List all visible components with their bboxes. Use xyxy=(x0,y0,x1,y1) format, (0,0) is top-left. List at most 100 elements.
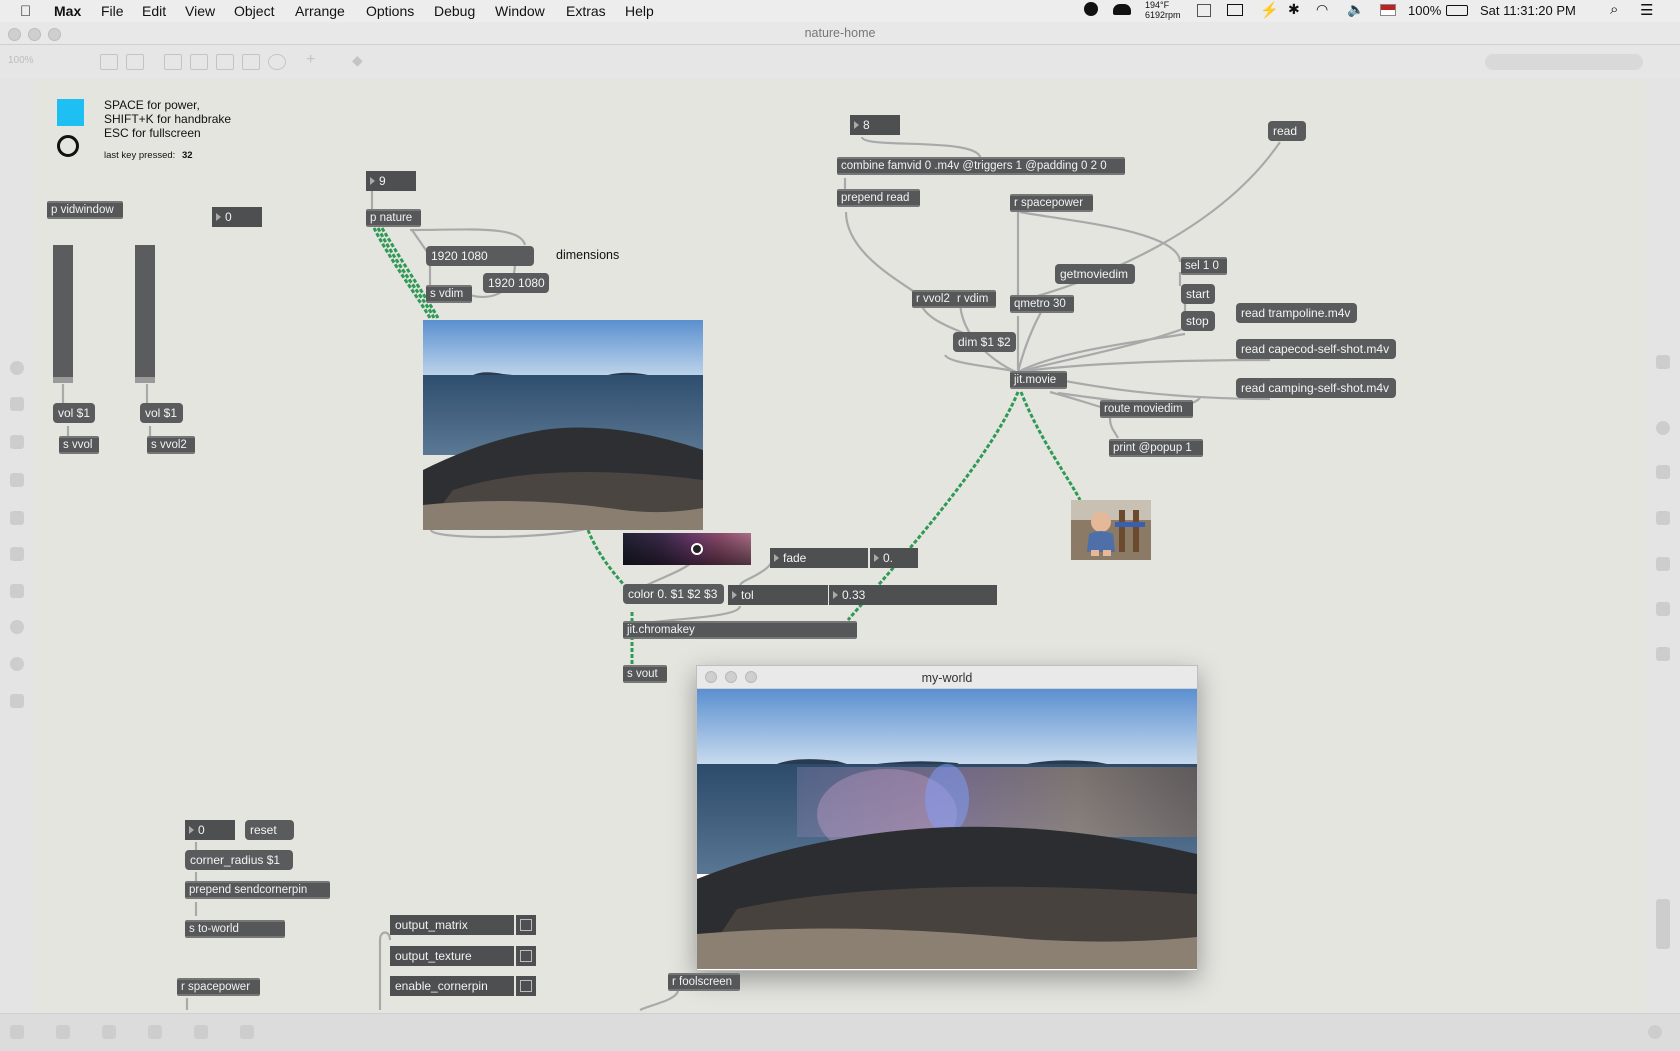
bluetooth-icon[interactable]: ✱ xyxy=(1288,1,1300,18)
add-tool-icon[interactable]: + xyxy=(306,51,322,68)
menu-debug[interactable]: Debug xyxy=(434,3,475,19)
image-icon[interactable] xyxy=(10,511,24,525)
power-icon[interactable] xyxy=(1648,1025,1662,1039)
number-box-corner[interactable]: 0 xyxy=(185,820,235,840)
vol-slider-2-knob[interactable] xyxy=(135,377,155,383)
my-world-window[interactable]: my-world xyxy=(696,665,1198,971)
obj-jit-movie[interactable]: jit.movie xyxy=(1010,371,1067,389)
presentation-icon[interactable] xyxy=(56,1025,70,1039)
menu-window[interactable]: Window xyxy=(495,3,545,19)
obj-combine[interactable]: combine famvid 0 .m4v @triggers 1 @paddi… xyxy=(837,157,1125,175)
status-app-icon[interactable] xyxy=(1084,2,1098,16)
snap-tool-icon[interactable] xyxy=(164,54,182,70)
inspector-icon[interactable] xyxy=(10,361,24,375)
attr-enable-cornerpin[interactable]: enable_cornerpin xyxy=(390,976,514,996)
msg-vol-1[interactable]: vol $1 xyxy=(53,403,95,423)
vol-slider-2[interactable] xyxy=(135,245,155,383)
msg-read-camping[interactable]: read camping-self-shot.m4v xyxy=(1236,378,1396,398)
nature-preview-window[interactable] xyxy=(423,320,703,530)
toggle-output-texture-box[interactable] xyxy=(520,950,532,962)
list-panel-icon[interactable] xyxy=(1656,511,1670,525)
globe-icon[interactable] xyxy=(10,620,24,634)
list-icon[interactable] xyxy=(1197,4,1211,17)
obj-jit-chromakey[interactable]: jit.chromakey xyxy=(623,621,857,639)
movie-preview-window[interactable] xyxy=(1071,500,1151,560)
color-picker-handle[interactable] xyxy=(691,543,703,555)
presentation-tool-icon[interactable] xyxy=(126,54,144,70)
number-box-tol[interactable]: 0.33 xyxy=(829,585,997,605)
menu-arrange[interactable]: Arrange xyxy=(295,3,345,19)
toggle-output-texture[interactable] xyxy=(516,946,536,966)
msg-dim-1920-1080-b[interactable]: 1920 1080 xyxy=(483,273,549,293)
cloud-icon[interactable] xyxy=(1113,4,1131,15)
camera-icon[interactable] xyxy=(1656,647,1670,661)
help-tool-icon[interactable] xyxy=(268,54,286,70)
search-input[interactable] xyxy=(1485,54,1643,70)
msg-read[interactable]: read xyxy=(1268,121,1306,141)
msg-read-capecod[interactable]: read capecod-self-shot.m4v xyxy=(1236,339,1396,359)
lock-icon[interactable] xyxy=(10,1025,24,1039)
power-square[interactable] xyxy=(57,99,84,126)
volume-icon[interactable]: 🔈 xyxy=(1347,1,1364,18)
attr-tol[interactable]: tol xyxy=(728,585,828,605)
attr-output-matrix[interactable]: output_matrix xyxy=(390,915,514,935)
bolt-icon[interactable]: ⚡ xyxy=(1260,1,1279,19)
msg-dim[interactable]: dim $1 $2 xyxy=(953,332,1016,352)
msg-stop[interactable]: stop xyxy=(1181,311,1215,331)
debug-tool-icon[interactable]: ◆ xyxy=(352,52,368,68)
msg-reset[interactable]: reset xyxy=(245,820,294,840)
menu-extras[interactable]: Extras xyxy=(566,3,606,19)
cube-icon[interactable] xyxy=(10,584,24,598)
clock[interactable]: Sat 11:31:20 PM xyxy=(1480,3,1576,18)
power-indicator[interactable] xyxy=(57,99,84,126)
zoom-level[interactable]: 100% xyxy=(8,55,34,66)
star-icon[interactable] xyxy=(10,694,24,708)
menu-edit[interactable]: Edit xyxy=(142,3,166,19)
clip-icon[interactable] xyxy=(10,547,24,561)
attr-output-texture[interactable]: output_texture xyxy=(390,946,514,966)
obj-p-nature[interactable]: p nature xyxy=(366,209,421,227)
battery-icon[interactable] xyxy=(1446,5,1468,16)
obj-s-to-world[interactable]: s to-world xyxy=(185,920,285,938)
grid-toggle-icon[interactable] xyxy=(148,1025,162,1039)
gear-icon[interactable] xyxy=(1656,602,1670,616)
obj-r-foolscreen[interactable]: r foolscreen xyxy=(668,973,740,991)
wrench-icon[interactable] xyxy=(240,1025,254,1039)
align-tool-icon[interactable] xyxy=(242,54,260,70)
obj-s-vdim[interactable]: s vdim xyxy=(426,285,472,303)
toggle-output-matrix[interactable] xyxy=(516,915,536,935)
vol-slider-1-knob[interactable] xyxy=(53,377,73,383)
menu-help[interactable]: Help xyxy=(625,3,654,19)
obj-qmetro[interactable]: qmetro 30 xyxy=(1010,295,1074,313)
wifi-icon[interactable]: ◠ xyxy=(1316,1,1328,18)
obj-r-spacepower[interactable]: r spacepower xyxy=(1010,194,1093,212)
music-icon[interactable] xyxy=(10,435,24,449)
handbrake-circle[interactable] xyxy=(57,135,79,157)
obj-prepend-sendcornerpin[interactable]: prepend sendcornerpin xyxy=(185,881,330,899)
obj-s-vout[interactable]: s vout xyxy=(623,665,667,683)
msg-corner-radius[interactable]: corner_radius $1 xyxy=(185,850,293,870)
apple-menu-icon[interactable]:  xyxy=(20,3,31,20)
obj-s-vvol2[interactable]: s vvol2 xyxy=(147,436,195,454)
menu-app[interactable]: Max xyxy=(54,3,81,19)
number-box-8[interactable]: 8 xyxy=(850,115,900,135)
number-box-fade[interactable]: 0. xyxy=(870,548,918,568)
obj-sel[interactable]: sel 1 0 xyxy=(1181,257,1227,275)
layout-icon[interactable] xyxy=(1656,465,1670,479)
msg-read-trampoline[interactable]: read trampoline.m4v xyxy=(1236,303,1357,323)
notification-center-icon[interactable]: ☰ xyxy=(1640,1,1653,19)
info-icon[interactable] xyxy=(1656,421,1670,435)
menu-options[interactable]: Options xyxy=(366,3,414,19)
toggle-output-matrix-box[interactable] xyxy=(520,919,532,931)
obj-r-spacepower-bottom[interactable]: r spacepower xyxy=(177,978,260,996)
new-object-tool-icon[interactable] xyxy=(216,54,234,70)
vol-slider-1[interactable] xyxy=(53,245,73,383)
attr-fade[interactable]: fade xyxy=(770,548,868,568)
circle-icon[interactable] xyxy=(10,657,24,671)
msg-dim-1920-1080-a[interactable]: 1920 1080 xyxy=(426,246,534,266)
number-box-9[interactable]: 9 xyxy=(366,171,416,191)
new-object-icon[interactable] xyxy=(194,1025,208,1039)
grid-tool-icon[interactable] xyxy=(190,54,208,70)
menu-file[interactable]: File xyxy=(101,3,124,19)
msg-color[interactable]: color 0. $1 $2 $3 xyxy=(623,584,724,604)
